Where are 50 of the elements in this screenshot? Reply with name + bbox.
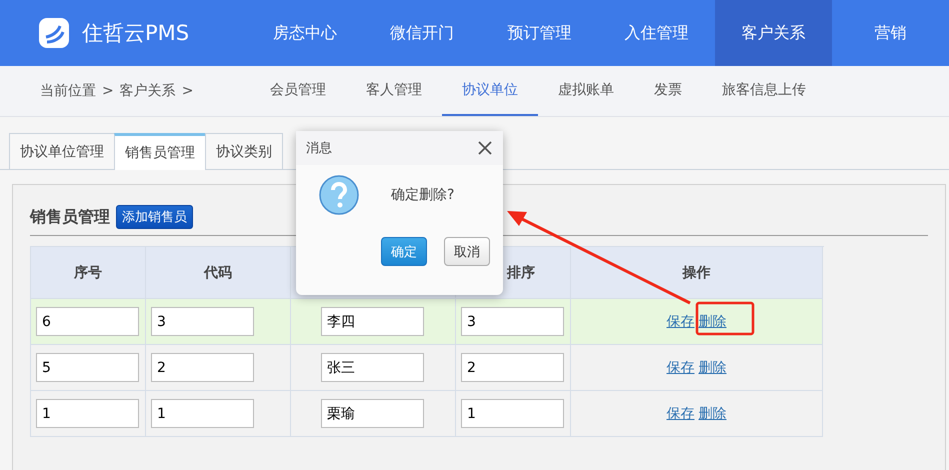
subnav-item[interactable]: 客人管理 (346, 66, 442, 116)
name-input[interactable]: 李四 (321, 307, 424, 336)
dialog-title: 消息 (306, 140, 332, 157)
subnav-item[interactable]: 旅客信息上传 (702, 66, 826, 116)
seq-input[interactable]: 6 (36, 307, 139, 336)
seq-input[interactable]: 1 (36, 399, 139, 428)
subnav-item[interactable]: 协议单位 (442, 66, 538, 116)
breadcrumb-item: 客户关系 (120, 82, 176, 100)
dialog-message: 确定删除? (391, 186, 454, 204)
subnav-item[interactable]: 发票 (634, 66, 702, 116)
brand-name: 住哲云PMS (82, 20, 190, 47)
nav-item[interactable]: 营销 (832, 0, 949, 66)
sort-input[interactable]: 3 (461, 307, 564, 336)
sort-input[interactable]: 1 (461, 399, 564, 428)
code-input[interactable]: 3 (151, 307, 254, 336)
tab[interactable]: 协议单位管理 (9, 133, 115, 169)
action-link[interactable]: 保存 (666, 404, 694, 422)
cancel-button[interactable]: 取消 (444, 237, 490, 266)
column-header: 序号 (31, 247, 146, 299)
highlight-rectangle (696, 302, 754, 336)
subnav-item[interactable]: 会员管理 (250, 66, 346, 116)
section-title: 销售员管理 (30, 206, 110, 228)
subnav-item[interactable]: 虚拟账单 (538, 66, 634, 116)
seq-input[interactable]: 5 (36, 353, 139, 382)
add-salesperson-button[interactable]: 添加销售员 (116, 205, 193, 229)
code-input[interactable]: 1 (151, 399, 254, 428)
sort-input[interactable]: 2 (461, 353, 564, 382)
breadcrumb-item: > (102, 83, 114, 99)
breadcrumb-item: > (182, 83, 194, 99)
action-link[interactable]: 保存 (666, 312, 694, 330)
action-link[interactable]: 保存 (666, 358, 694, 376)
nav-item[interactable]: 客户关系 (714, 0, 832, 66)
name-input[interactable]: 栗瑜 (321, 399, 424, 428)
action-link[interactable]: 删除 (698, 358, 726, 376)
close-icon[interactable] (477, 140, 493, 156)
question-icon (319, 175, 359, 215)
logo-icon (38, 17, 70, 49)
nav-item[interactable]: 预订管理 (480, 0, 598, 66)
tab[interactable]: 销售员管理 (114, 133, 206, 170)
breadcrumb-item: 当前位置 (40, 82, 96, 100)
tab[interactable]: 协议类别 (205, 133, 283, 169)
nav-item[interactable]: 房态中心 (246, 0, 364, 66)
action-link[interactable]: 删除 (698, 404, 726, 422)
name-input[interactable]: 张三 (321, 353, 424, 382)
nav-item[interactable]: 微信开门 (364, 0, 481, 66)
action-link[interactable]: 删除 (698, 312, 726, 330)
column-header: 代码 (146, 247, 291, 299)
nav-item[interactable]: 入住管理 (598, 0, 715, 66)
column-header: 操作 (571, 247, 823, 299)
code-input[interactable]: 2 (151, 353, 254, 382)
